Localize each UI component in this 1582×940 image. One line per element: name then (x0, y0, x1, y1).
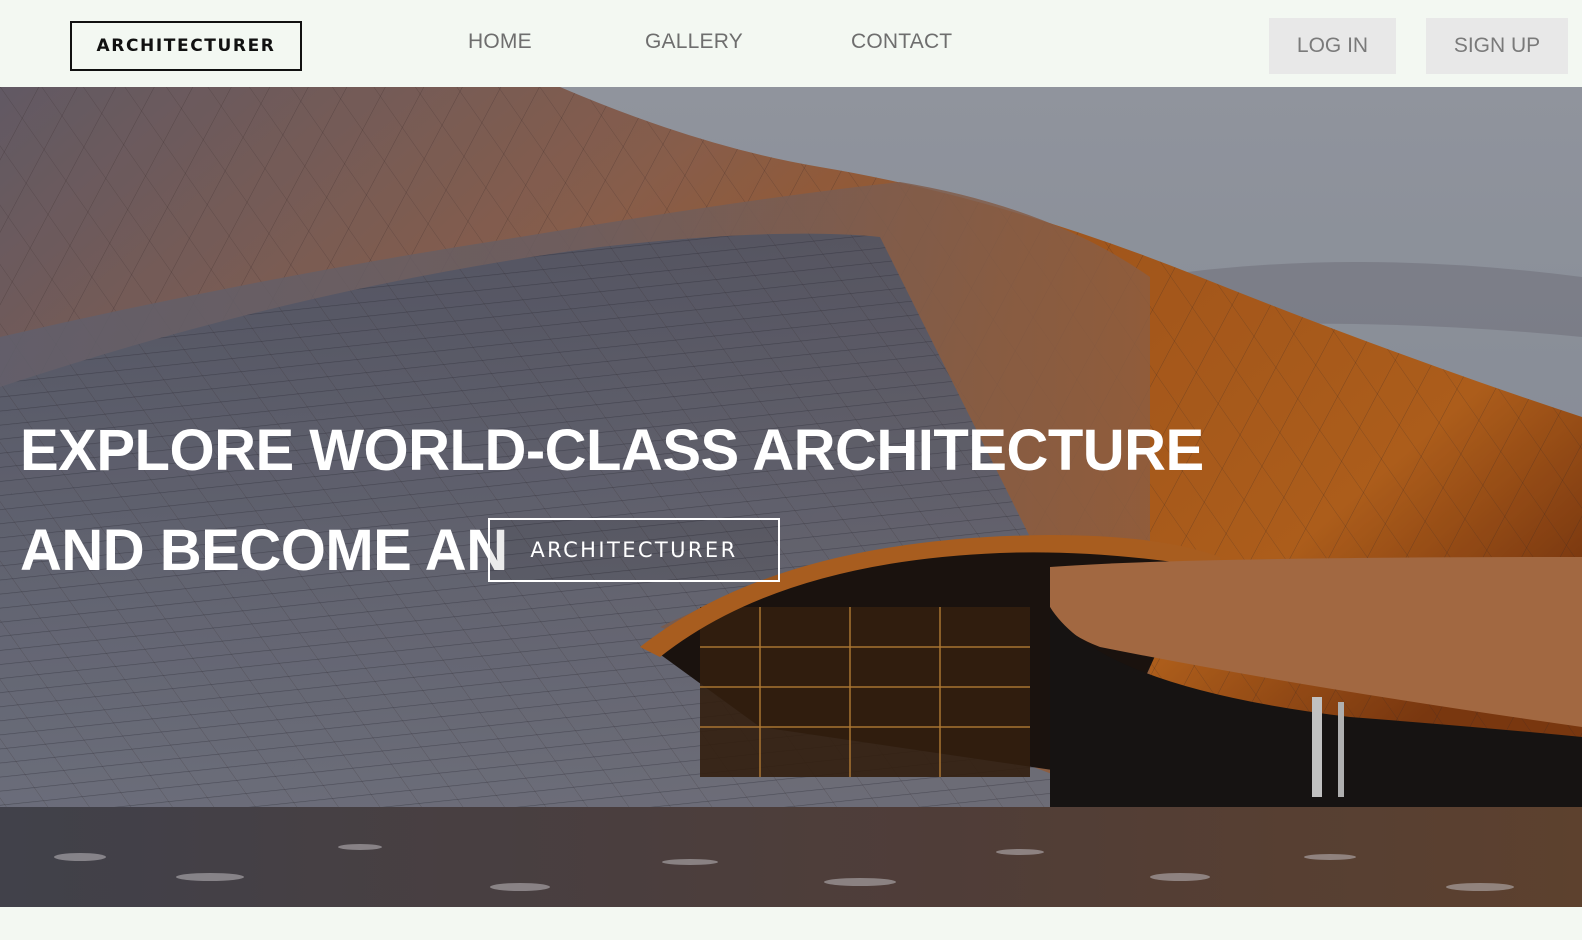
hero-heading-line-1: EXPLORE WORLD-CLASS ARCHITECTURE (20, 418, 1204, 483)
hero-banner: EXPLORE WORLD-CLASS ARCHITECTURE AND BEC… (0, 87, 1582, 907)
hero-architecturer-button[interactable]: ARCHITECTURER (488, 518, 780, 582)
nav-contact-link[interactable]: CONTACT (851, 30, 952, 54)
page-bottom-strip (0, 907, 1582, 940)
nav-home-link[interactable]: HOME (468, 30, 532, 54)
hero-building-image (0, 87, 1582, 907)
hero-heading-line-2: AND BECOME AN (20, 518, 508, 583)
logo-button[interactable]: ARCHITECTURER (70, 21, 302, 71)
top-navigation-bar: ARCHITECTURER HOME GALLERY CONTACT LOG I… (0, 0, 1582, 87)
nav-gallery-link[interactable]: GALLERY (645, 30, 743, 54)
login-button[interactable]: LOG IN (1269, 18, 1396, 74)
signup-button[interactable]: SIGN UP (1426, 18, 1568, 74)
